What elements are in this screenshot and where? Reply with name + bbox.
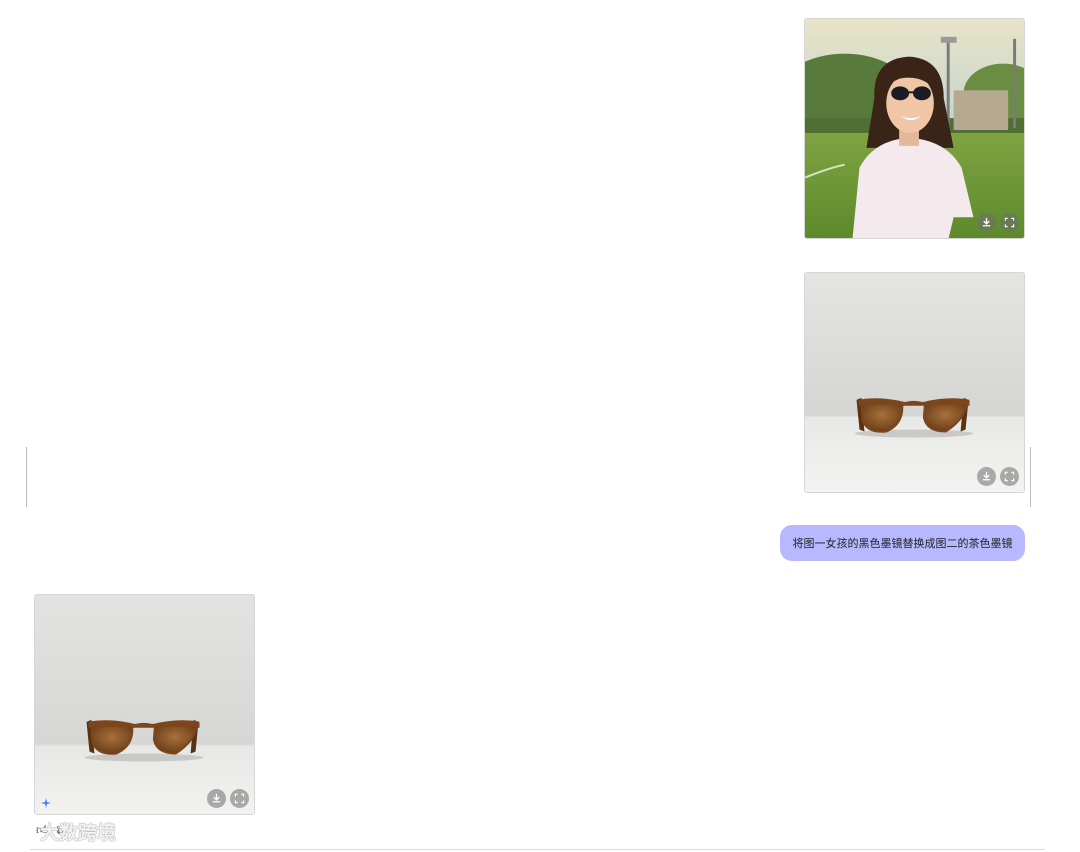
- download-button[interactable]: [977, 213, 996, 232]
- download-button[interactable]: [207, 789, 226, 808]
- bottom-divider: [30, 849, 1045, 850]
- ai-sparkle-icon: [41, 798, 51, 808]
- fullscreen-button[interactable]: [230, 789, 249, 808]
- watermark-text: 大数跨境: [40, 823, 117, 844]
- download-button[interactable]: [977, 467, 996, 486]
- divider-left: [26, 447, 27, 507]
- image-actions: [977, 467, 1019, 486]
- user-prompt-bubble: 将图一女孩的黑色墨镜替换成图二的茶色墨镜: [780, 525, 1025, 561]
- image-actions: [207, 789, 249, 808]
- girl-photo: [805, 19, 1024, 238]
- user-image-sunglasses[interactable]: [804, 272, 1025, 493]
- result-photo: [35, 595, 254, 814]
- chat-page: 将图一女孩的黑色墨镜替换成图二的茶色墨镜 👍︎ ⧉ 大数跨境: [0, 0, 1080, 852]
- download-icon: [212, 793, 221, 803]
- result-image-sunglasses[interactable]: [34, 594, 255, 815]
- fullscreen-button[interactable]: [1000, 467, 1019, 486]
- image-actions: [977, 213, 1019, 232]
- fullscreen-icon: [1004, 217, 1015, 228]
- download-icon: [982, 217, 991, 227]
- watermark-logo-icon: [11, 822, 35, 843]
- download-icon: [982, 471, 991, 481]
- fullscreen-button[interactable]: [1000, 213, 1019, 232]
- watermark: 大数跨境: [8, 818, 116, 845]
- fullscreen-icon: [234, 793, 245, 804]
- fullscreen-icon: [1004, 471, 1015, 482]
- user-image-girl[interactable]: [804, 18, 1025, 239]
- sunglasses-photo: [805, 273, 1024, 492]
- divider-right: [1030, 447, 1031, 507]
